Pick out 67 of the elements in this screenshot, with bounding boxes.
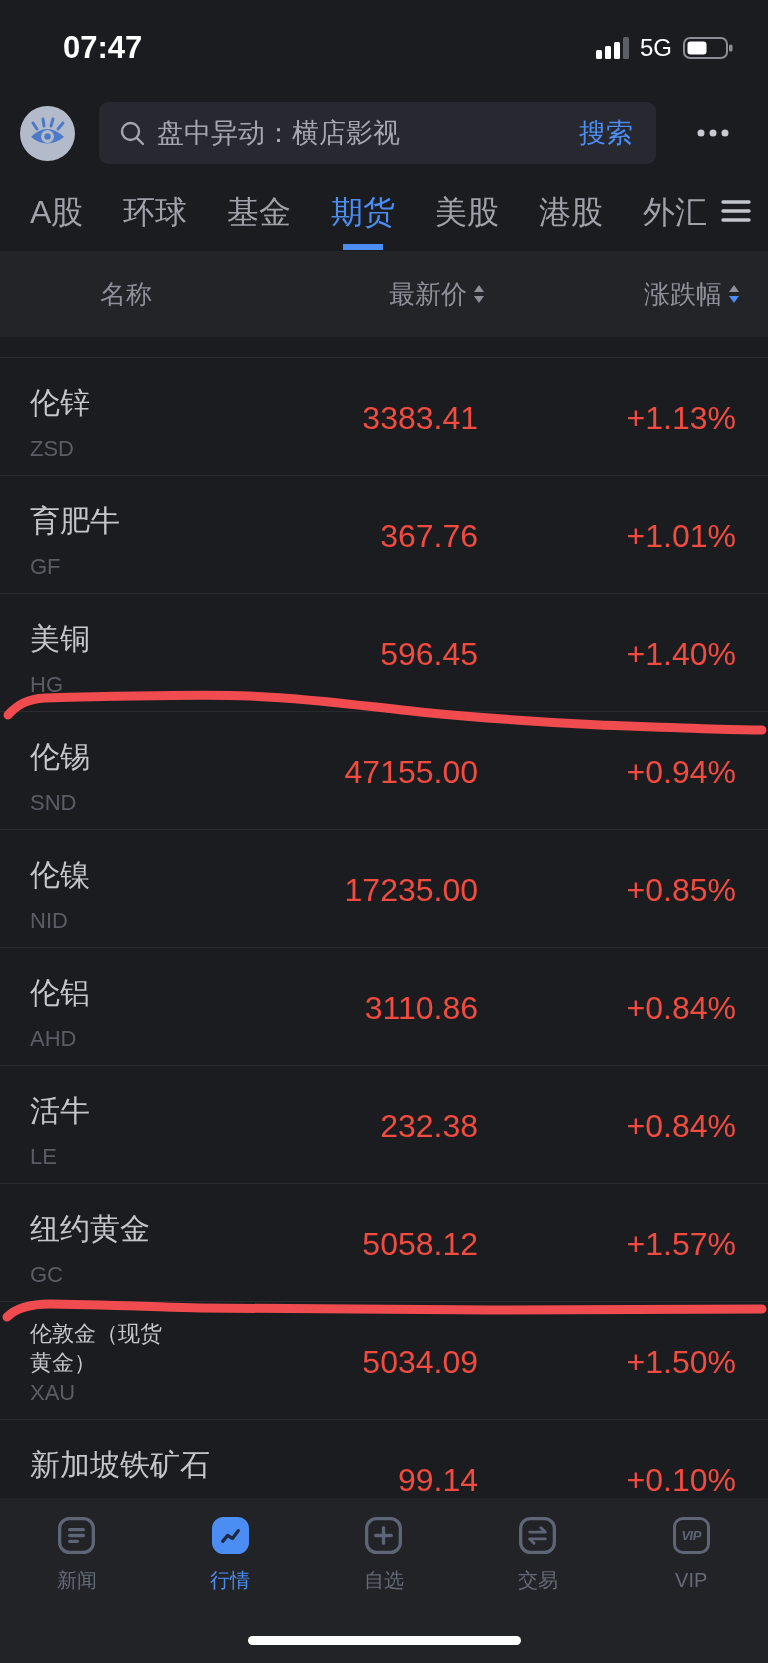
last-price: 596.45 xyxy=(380,636,478,672)
contract-code: GC xyxy=(30,1262,63,1288)
price-change: +1.01% xyxy=(626,518,736,554)
nav-tab[interactable]: 行情 xyxy=(210,1517,251,1592)
contract-code: ZSD xyxy=(30,436,74,462)
nav-tab[interactable]: 交易 xyxy=(517,1517,558,1592)
contract-name: 伦敦金（现货黄金） xyxy=(30,1320,163,1377)
column-header[interactable]: 涨跌幅 xyxy=(644,278,740,310)
nav-tab[interactable]: 新闻 xyxy=(56,1517,97,1592)
price-change: +0.85% xyxy=(626,872,736,908)
contract-name: 新加坡铁矿石 xyxy=(30,1447,210,1483)
contract-code: SND xyxy=(30,790,77,816)
market-tab[interactable]: A股 xyxy=(30,170,84,250)
price-change: +0.84% xyxy=(626,1108,736,1144)
price-change: +0.10% xyxy=(626,1462,736,1498)
price-change: +1.13% xyxy=(626,400,736,436)
price-change: +1.50% xyxy=(626,1344,736,1380)
market-tab[interactable]: 环球 xyxy=(123,170,188,250)
last-price: 3383.41 xyxy=(362,400,478,436)
market-tab[interactable]: 基金 xyxy=(227,170,292,250)
vip-badge: VIP xyxy=(672,1517,710,1554)
clock-time: 07:47 xyxy=(63,30,143,66)
market-tab[interactable]: 外汇 xyxy=(643,170,708,250)
network-type: 5G xyxy=(640,34,672,62)
price-change: +1.40% xyxy=(626,636,736,672)
contract-name: 育肥牛 xyxy=(30,503,120,539)
last-price: 367.76 xyxy=(380,518,478,554)
last-price: 5058.12 xyxy=(362,1226,478,1262)
market-tab[interactable]: 美股 xyxy=(435,170,500,250)
contract-name: 伦铝 xyxy=(30,975,90,1011)
last-price: 47155.00 xyxy=(344,754,478,790)
column-header[interactable]: 最新价 xyxy=(389,278,485,310)
contract-code: AHD xyxy=(30,1026,77,1052)
contract-name: 活牛 xyxy=(30,1093,90,1129)
contract-code: HG xyxy=(30,672,63,698)
last-price: 5034.09 xyxy=(362,1344,478,1380)
price-change: +1.57% xyxy=(626,1226,736,1262)
nav-tab[interactable]: VIP VIP xyxy=(672,1517,710,1592)
market-tab[interactable]: 港股 xyxy=(539,170,604,250)
search-field[interactable]: 盘中异动：横店影视 搜索 xyxy=(99,102,656,164)
last-price: 3110.86 xyxy=(364,990,478,1026)
contract-code: LE xyxy=(30,1144,57,1170)
last-price: 17235.00 xyxy=(344,872,478,908)
price-change: +0.94% xyxy=(626,754,736,790)
contract-name: 伦锡 xyxy=(30,739,90,775)
menu-icon[interactable] xyxy=(721,198,751,223)
contract-name: 伦锌 xyxy=(30,385,90,421)
battery-icon xyxy=(683,37,733,59)
nav-tab[interactable]: 自选 xyxy=(364,1517,404,1592)
plus-icon xyxy=(365,1517,403,1554)
contract-name: 伦镍 xyxy=(30,857,90,893)
contract-name: 纽约黄金 xyxy=(30,1211,150,1247)
search-button[interactable]: 搜索 xyxy=(579,116,633,150)
more-icon[interactable] xyxy=(697,129,729,137)
eye-logo-icon[interactable] xyxy=(20,105,75,161)
contract-code: NID xyxy=(30,908,68,934)
contract-name: 美铜 xyxy=(30,621,90,657)
column-header: 名称 xyxy=(100,278,152,310)
contract-code: XAU xyxy=(30,1380,76,1406)
swap-arrows-icon xyxy=(519,1517,557,1554)
price-change: +0.84% xyxy=(626,990,736,1026)
last-price: 232.38 xyxy=(380,1108,478,1144)
signal-icon xyxy=(596,37,629,59)
search-icon xyxy=(120,120,145,146)
contract-code: GF xyxy=(30,554,61,580)
last-price: 99.14 xyxy=(397,1462,478,1498)
list-lines-icon xyxy=(58,1517,96,1554)
